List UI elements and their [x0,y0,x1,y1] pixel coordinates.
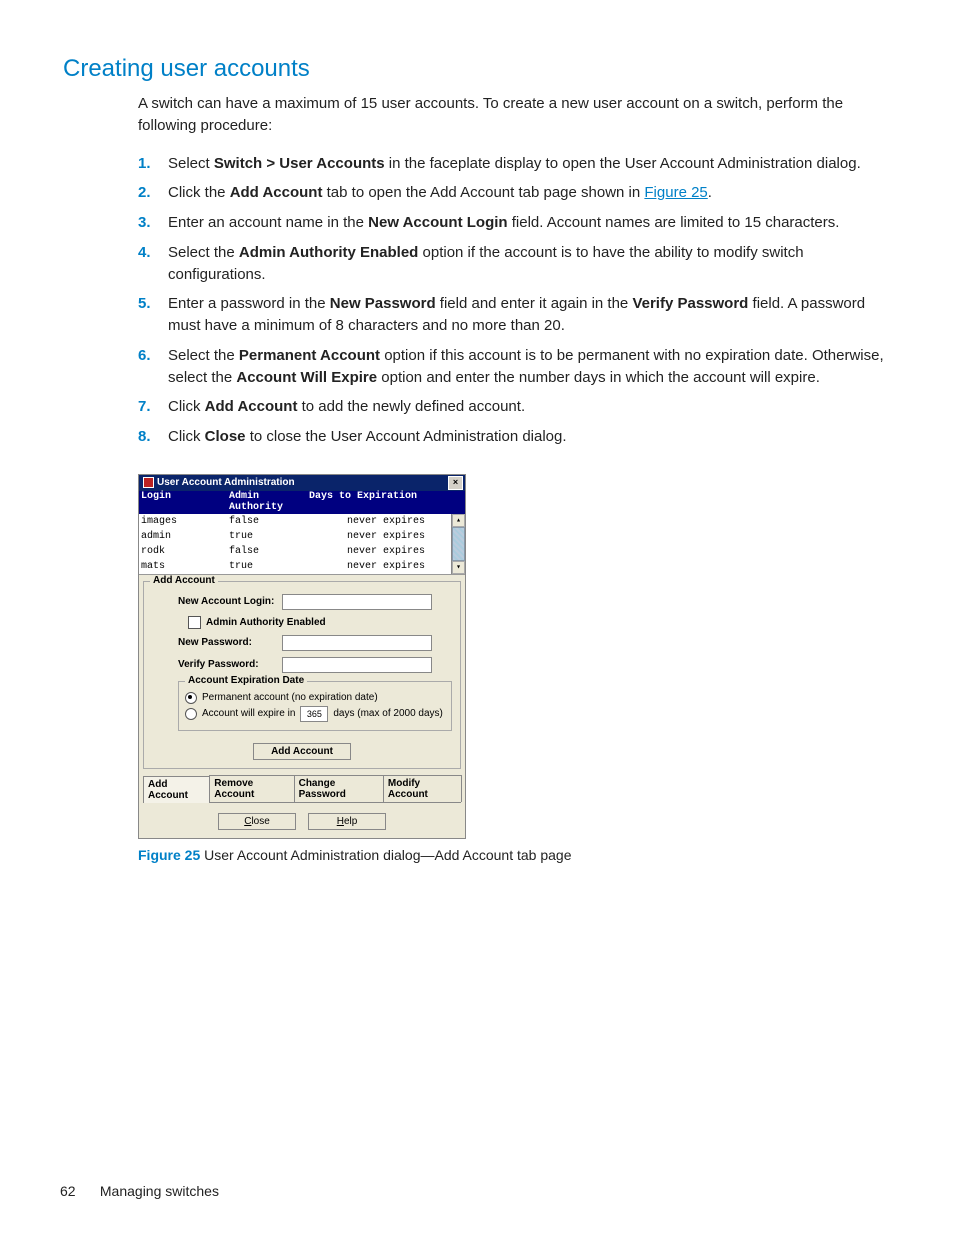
permanent-label: Permanent account (no expiration date) [202,692,378,703]
expiration-fieldset: Account Expiration Date Permanent accoun… [178,681,452,731]
new-password-label: New Password: [178,637,278,648]
days-input[interactable]: 365 [300,706,328,722]
table-header: Login Admin Authority Days to Expiration [139,491,465,514]
col-login: Login [141,491,225,513]
step-1: Select Switch > User Accounts in the fac… [138,153,884,183]
verify-password-input[interactable] [282,657,432,673]
admin-authority-label: Admin Authority Enabled [206,617,326,628]
new-login-label: New Account Login: [178,596,278,607]
step-list: Select Switch > User Accounts in the fac… [138,153,884,456]
table-row[interactable]: admin true never expires [139,529,465,544]
col-days-expiration: Days to Expiration [309,491,463,513]
tab-remove-account[interactable]: Remove Account [209,775,294,802]
help-button[interactable]: Help [308,813,386,830]
tab-change-password[interactable]: Change Password [294,775,384,802]
verify-password-label: Verify Password: [178,659,278,670]
admin-authority-checkbox[interactable] [188,616,201,629]
table-row[interactable]: mats true never expires [139,559,465,575]
step-4: Select the Admin Authority Enabled optio… [138,242,884,294]
figure-label: Figure 25 [138,847,200,863]
figure-link[interactable]: Figure 25 [644,184,707,201]
scrollbar[interactable]: ▴ ▾ [451,514,465,574]
scroll-up-icon[interactable]: ▴ [452,514,465,527]
step-6: Select the Permanent Account option if t… [138,345,884,397]
step-2: Click the Add Account tab to open the Ad… [138,182,884,212]
table-row[interactable]: images false never expires [139,514,465,529]
step-7: Click Add Account to add the newly defin… [138,396,884,426]
close-button[interactable]: Close [218,813,296,830]
app-icon [143,477,154,488]
section-name: Managing switches [100,1183,219,1199]
tab-modify-account[interactable]: Modify Account [383,775,462,802]
step-3: Enter an account name in the New Account… [138,212,884,242]
close-icon[interactable]: × [448,476,463,490]
step-8: Click Close to close the User Account Ad… [138,426,884,456]
step-5: Enter a password in the New Password fie… [138,293,884,345]
scroll-thumb[interactable] [452,527,465,561]
expire-post: days (max of 2000 days) [333,708,443,719]
figure-caption: Figure 25 User Account Administration di… [138,847,894,863]
user-account-dialog: User Account Administration × Login Admi… [138,474,466,839]
accounts-table: images false never expires admin true ne… [139,514,465,575]
scroll-down-icon[interactable]: ▾ [452,561,465,574]
table-row[interactable]: rodk false never expires [139,544,465,559]
intro-text: A switch can have a maximum of 15 user a… [138,93,884,137]
add-account-fieldset: Add Account New Account Login: Admin Aut… [143,581,461,769]
expire-pre: Account will expire in [202,708,295,719]
add-account-button[interactable]: Add Account [253,743,351,760]
dialog-title: User Account Administration [157,477,295,488]
new-password-input[interactable] [282,635,432,651]
page-footer: 62 Managing switches [60,1183,219,1199]
tab-add-account[interactable]: Add Account [143,776,210,803]
will-expire-radio[interactable] [185,708,197,720]
permanent-radio[interactable] [185,692,197,704]
section-heading: Creating user accounts [63,55,894,83]
tab-bar: Add Account Remove Account Change Passwo… [143,775,461,803]
new-login-input[interactable] [282,594,432,610]
figure-text: User Account Administration dialog—Add A… [200,847,571,863]
page-number: 62 [60,1183,96,1199]
col-admin-authority: Admin Authority [229,491,305,513]
expiration-legend: Account Expiration Date [185,675,307,686]
add-account-legend: Add Account [150,575,218,586]
dialog-titlebar[interactable]: User Account Administration × [139,475,465,491]
